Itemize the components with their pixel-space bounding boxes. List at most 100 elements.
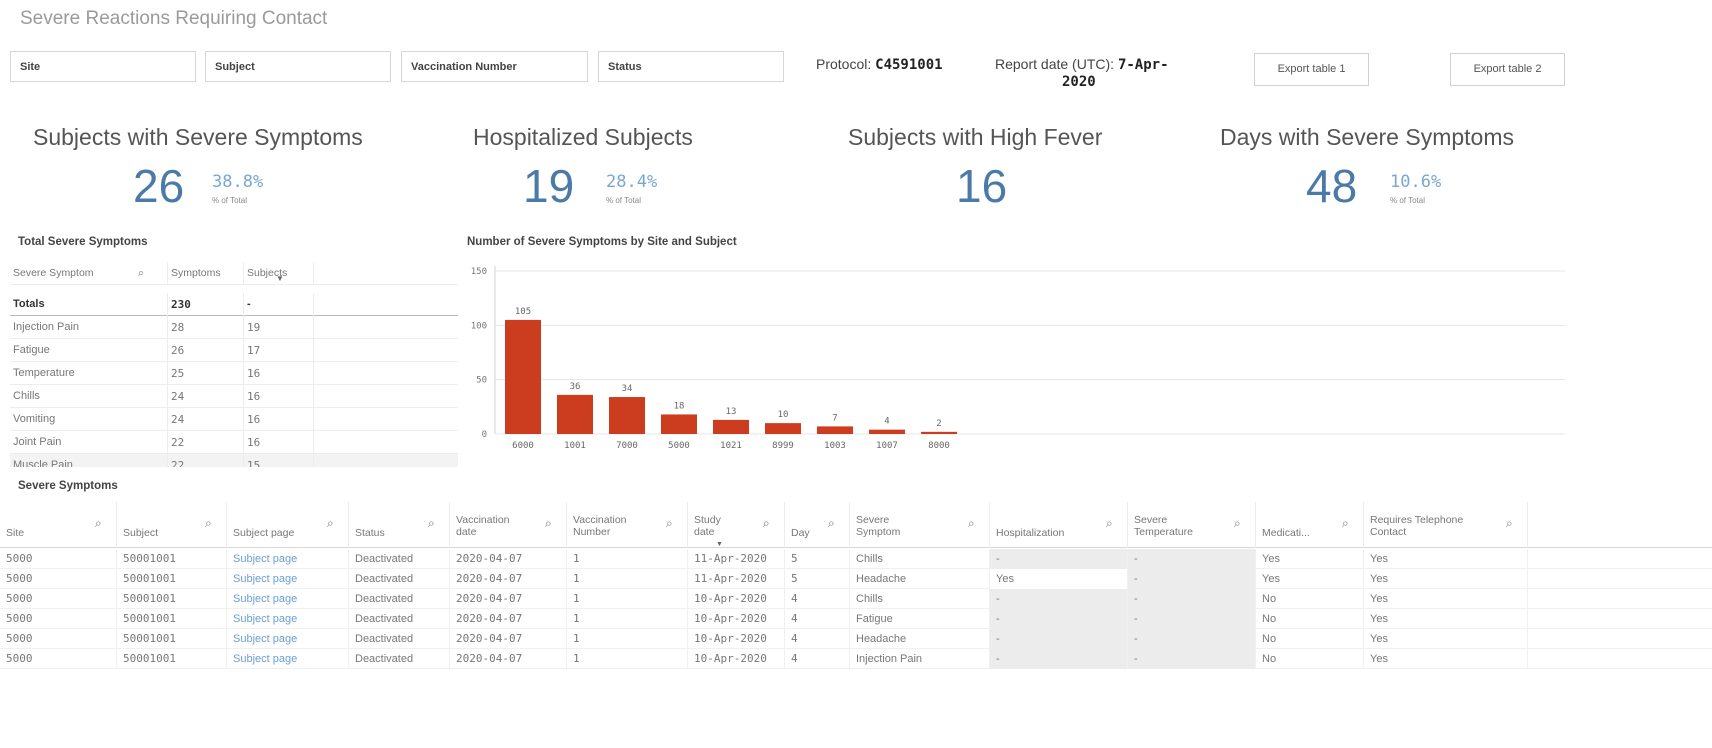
table-row[interactable]: Fatigue 26 17 (10, 339, 458, 362)
protocol-label: Protocol: (816, 56, 872, 72)
column-header-label: Vaccination date (456, 514, 510, 538)
table-row[interactable]: Muscle Pain 22 15 (10, 454, 458, 467)
cell-vaccination-number: 1 (567, 569, 688, 589)
kpi-hospitalized-sub: % of Total (606, 196, 641, 205)
bar (609, 397, 645, 434)
severe-symptoms-header-row: Site ⌕ Subject ⌕ Subject page ⌕ Status ⌕ Vaccina… (0, 502, 1712, 548)
cell-site: 5000 (0, 649, 117, 669)
column-header-severe-symptom[interactable]: Severe Symptom ⌕ (850, 502, 990, 548)
data-label: 105 (515, 307, 531, 317)
column-header-status[interactable]: Status ⌕ (349, 502, 450, 548)
column-header-medication[interactable]: Medicati... ⌕ (1256, 502, 1364, 548)
column-header-subjects[interactable]: Subjects ▼ (244, 262, 314, 285)
data-label: 2 (936, 419, 941, 429)
search-icon[interactable]: ⌕ (763, 516, 770, 531)
search-icon[interactable]: ⌕ (1506, 516, 1513, 531)
subject-page-link[interactable]: Subject page (227, 629, 349, 649)
search-icon[interactable]: ⌕ (1106, 516, 1113, 531)
cell-vaccination-number: 1 (567, 649, 688, 669)
table-row[interactable]: 5000 50001001 Subject page Deactivated 2020-… (0, 589, 1712, 609)
column-header-day[interactable]: Day ⌕ (785, 502, 850, 548)
search-icon[interactable]: ⌕ (205, 516, 212, 531)
filter-status[interactable]: Status (598, 51, 784, 82)
cell-vaccination-date: 2020-04-07 (450, 589, 567, 609)
column-header-study-date[interactable]: Study date ⌕ (688, 502, 785, 548)
column-header-hospitalization[interactable]: Hospitalization ⌕ (990, 502, 1128, 548)
column-header-label-line1: Hospitalization (996, 527, 1065, 539)
cell-severe-temperature: - (1128, 609, 1256, 629)
column-header-label-line2: Temperature (1134, 526, 1193, 538)
table-row[interactable]: Vomiting 24 16 (10, 408, 458, 431)
table-row[interactable]: Joint Pain 22 16 (10, 431, 458, 454)
cell-day: 4 (785, 609, 850, 629)
kpi-severe-subjects-sub: % of Total (212, 196, 247, 205)
filter-vaccination-number-label: Vaccination Number (411, 61, 517, 73)
subject-page-link[interactable]: Subject page (227, 609, 349, 629)
x-tick-label: 1001 (564, 441, 586, 451)
bar (505, 319, 541, 434)
x-tick-label: 1007 (876, 441, 898, 451)
subject-page-link[interactable]: Subject page (227, 549, 349, 569)
column-header-subject-page[interactable]: Subject page ⌕ (227, 502, 349, 548)
cell-study-date: 11-Apr-2020 (688, 569, 785, 589)
column-header-requires-telephone-contact[interactable]: Requires Telephone Contact ⌕ (1364, 502, 1528, 548)
data-label: 10 (778, 410, 789, 420)
filter-subject[interactable]: Subject (205, 51, 391, 82)
column-header-vaccination-number[interactable]: Vaccination Number ⌕ (567, 502, 688, 548)
table-row[interactable]: 5000 50001001 Subject page Deactivated 2020-… (0, 549, 1712, 569)
filter-vaccination-number[interactable]: Vaccination Number (401, 51, 588, 82)
search-icon[interactable]: ⌕ (828, 516, 835, 531)
table-row[interactable]: Temperature 25 16 (10, 362, 458, 385)
cell-symptoms: 22 (168, 454, 244, 467)
column-header-label-line1: Medicati... (1262, 527, 1310, 539)
kpi-severe-subjects-value: 26 (133, 160, 185, 212)
subject-page-link[interactable]: Subject page (227, 569, 349, 589)
column-header-site[interactable]: Site ⌕ (0, 502, 117, 548)
table-row[interactable]: Chills 24 16 (10, 385, 458, 408)
search-icon[interactable]: ⌕ (1342, 516, 1349, 531)
severe-symptoms-title: Severe Symptoms (18, 480, 118, 492)
data-label: 36 (570, 382, 581, 392)
cell-hospitalization: - (990, 649, 1128, 669)
column-header-label-line1: Severe (1134, 514, 1168, 526)
kpi-hospitalized-pct: 28.4% (606, 172, 658, 192)
cell-symptoms: 22 (168, 431, 244, 454)
subject-page-link[interactable]: Subject page (227, 649, 349, 669)
column-header-vaccination-date[interactable]: Vaccination date ⌕ (450, 502, 567, 548)
totals-symptoms: 230 (168, 293, 244, 316)
cell-severe-symptom: Chills (850, 589, 990, 609)
table-row[interactable]: Injection Pain 28 19 (10, 316, 458, 339)
totals-label: Totals (10, 293, 168, 316)
column-header-severe-symptom[interactable]: Severe Symptom ⌕ (10, 262, 168, 285)
export-table-1-button[interactable]: Export table 1 (1254, 53, 1369, 86)
cell-status: Deactivated (349, 609, 450, 629)
search-icon[interactable]: ⌕ (968, 516, 975, 531)
search-icon[interactable]: ⌕ (545, 516, 552, 531)
table-row[interactable]: 5000 50001001 Subject page Deactivated 2020-… (0, 629, 1712, 649)
table-row[interactable]: 5000 50001001 Subject page Deactivated 2020-… (0, 649, 1712, 669)
cell-study-date: 11-Apr-2020 (688, 549, 785, 569)
search-icon[interactable]: ⌕ (666, 516, 673, 531)
cell-symptoms: 28 (168, 316, 244, 339)
search-icon[interactable]: ⌕ (1234, 516, 1241, 531)
search-icon[interactable]: ⌕ (95, 516, 102, 531)
cell-requires-telephone-contact: Yes (1364, 569, 1528, 589)
column-header-symptoms[interactable]: Symptoms (168, 262, 244, 285)
cell-day: 5 (785, 569, 850, 589)
subject-page-link[interactable]: Subject page (227, 589, 349, 609)
column-header-subject[interactable]: Subject ⌕ (117, 502, 227, 548)
cell-symptoms: 26 (168, 339, 244, 362)
cell-subject: 50001001 (117, 569, 227, 589)
search-icon[interactable]: ⌕ (327, 516, 334, 531)
cell-medication: No (1256, 629, 1364, 649)
export-table-2-button[interactable]: Export table 2 (1450, 53, 1565, 86)
column-header-severe-temperature[interactable]: Severe Temperature ⌕ (1128, 502, 1256, 548)
cell-subjects: 16 (244, 431, 314, 454)
cell-vaccination-number: 1 (567, 549, 688, 569)
table-row[interactable]: 5000 50001001 Subject page Deactivated 2020-… (0, 609, 1712, 629)
search-icon[interactable]: ⌕ (138, 262, 144, 285)
search-icon[interactable]: ⌕ (428, 516, 435, 531)
table-row[interactable]: 5000 50001001 Subject page Deactivated 2020-… (0, 569, 1712, 589)
filter-site[interactable]: Site (10, 51, 196, 82)
column-header-label-line1: Day (791, 527, 810, 539)
